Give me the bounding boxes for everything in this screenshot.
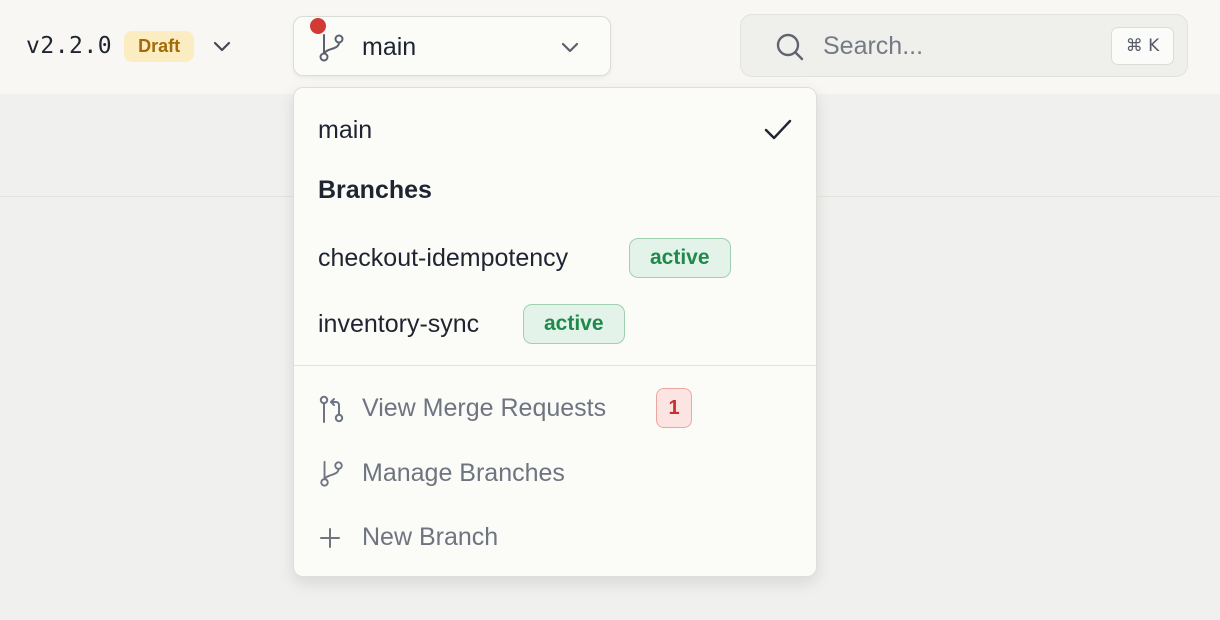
search-input[interactable]: Search... ⌘ K	[740, 14, 1188, 77]
chevron-down-icon	[558, 35, 582, 64]
status-badge: active	[523, 304, 625, 344]
branch-option-main[interactable]: main	[294, 108, 816, 152]
check-icon	[764, 118, 792, 147]
git-pull-request-icon	[318, 395, 346, 428]
current-branch-label: main	[362, 33, 417, 61]
branch-name: checkout-idempotency	[318, 243, 569, 272]
draft-badge: Draft	[124, 30, 195, 62]
search-placeholder: Search...	[823, 32, 924, 60]
branch-option-label: main	[318, 115, 373, 144]
keyboard-shortcut-hint: ⌘ K	[1111, 27, 1174, 65]
view-merge-requests-label: View Merge Requests	[362, 393, 607, 422]
search-icon	[775, 32, 805, 67]
status-badge: active	[629, 238, 731, 278]
top-bar: v2.2.0 Draft main Search... ⌘ K	[0, 0, 1220, 94]
git-branch-icon	[318, 460, 346, 493]
branch-name: inventory-sync	[318, 309, 480, 338]
git-branch-icon	[318, 33, 346, 68]
plus-icon	[318, 526, 342, 555]
chevron-down-icon[interactable]	[210, 34, 234, 58]
branches-heading: Branches	[318, 176, 432, 204]
manage-branches-label: Manage Branches	[362, 458, 565, 487]
notification-dot	[310, 18, 326, 34]
menu-divider	[294, 365, 816, 366]
branch-option-inventory-sync[interactable]: inventory-sync active	[294, 299, 816, 349]
new-branch-label: New Branch	[362, 522, 499, 551]
merge-request-count-badge: 1	[656, 388, 692, 428]
branch-dropdown-menu: main Branches checkout-idempotency activ…	[293, 87, 817, 577]
manage-branches-item[interactable]: Manage Branches	[294, 450, 816, 496]
branch-option-checkout-idempotency[interactable]: checkout-idempotency active	[294, 233, 816, 283]
new-branch-item[interactable]: New Branch	[294, 514, 816, 560]
version-label: v2.2.0	[26, 33, 113, 59]
view-merge-requests-item[interactable]: View Merge Requests 1	[294, 385, 816, 431]
version-selector[interactable]: v2.2.0 Draft	[26, 30, 234, 62]
branch-selector-button[interactable]: main	[293, 16, 611, 76]
